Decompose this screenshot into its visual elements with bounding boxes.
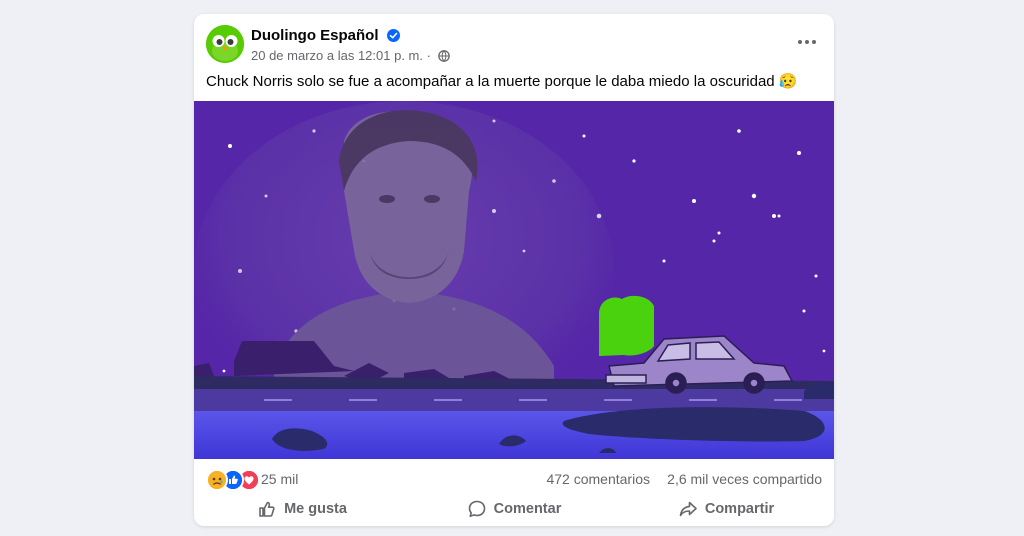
reaction-count[interactable]: 25 mil [261, 471, 298, 487]
post-image[interactable] [194, 101, 834, 459]
post-header: Duolingo Español 20 de marzo a las 12:01… [194, 14, 834, 70]
post-stats: 25 mil 472 comentarios 2,6 mil veces com… [194, 464, 834, 491]
page-name-text[interactable]: Duolingo Español [251, 27, 379, 44]
verified-badge-icon [386, 29, 400, 46]
shares-count[interactable]: 2,6 mil veces compartido [667, 471, 822, 487]
more-options-icon[interactable] [794, 32, 820, 52]
globe-icon [437, 50, 450, 65]
page-avatar[interactable] [206, 25, 244, 63]
comments-count[interactable]: 472 comentarios [546, 471, 650, 487]
share-button[interactable]: Compartir [628, 494, 824, 524]
post-card: Duolingo Español 20 de marzo a las 12:01… [194, 14, 834, 526]
sad-reaction-icon [206, 469, 228, 491]
night-scene-illustration [194, 101, 834, 459]
post-text: Chuck Norris solo se fue a acompañar a l… [206, 72, 798, 90]
post-meta: 20 de marzo a las 12:01 p. m. · [251, 48, 450, 65]
comment-bubble-icon [468, 500, 485, 517]
action-bar: Me gusta Comentar Compartir [194, 494, 834, 526]
green-owl-figure [599, 295, 654, 356]
page-name[interactable]: Duolingo Español [251, 27, 400, 46]
like-label: Me gusta [284, 501, 347, 517]
thumbs-up-icon [259, 501, 275, 517]
meta-separator: · [426, 48, 431, 63]
share-arrow-icon [679, 501, 697, 517]
post-text-body: Chuck Norris solo se fue a acompañar a l… [206, 73, 775, 90]
comment-button[interactable]: Comentar [416, 494, 612, 524]
post-timestamp[interactable]: 20 de marzo a las 12:01 p. m. [251, 48, 423, 63]
like-button[interactable]: Me gusta [204, 494, 400, 524]
sad-emoji: 😥 [778, 73, 798, 90]
share-label: Compartir [704, 501, 775, 517]
comment-label: Comentar [493, 501, 562, 517]
